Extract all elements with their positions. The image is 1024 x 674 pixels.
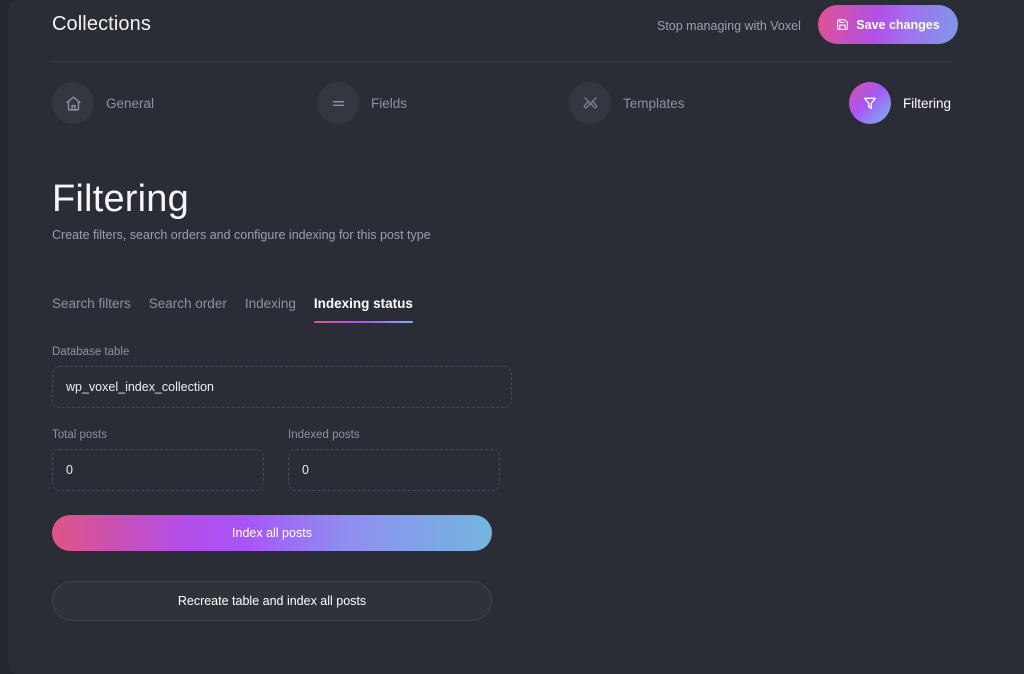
funnel-icon (849, 82, 891, 124)
section-tabs: General Fields Templates Filtering (8, 82, 1024, 124)
sub-tab-indexing[interactable]: Indexing (245, 296, 296, 323)
indexed-posts-label: Indexed posts (288, 429, 360, 441)
database-table-input[interactable] (52, 366, 512, 408)
floppy-disk-icon (836, 18, 849, 31)
save-changes-label: Save changes (856, 17, 940, 32)
page-heading: Filtering Create filters, search orders … (52, 175, 431, 242)
indexed-posts-field-group: Indexed posts (288, 429, 500, 491)
save-changes-button[interactable]: Save changes (818, 5, 958, 44)
equals-icon (317, 82, 359, 124)
page-subtitle: Create filters, search orders and config… (52, 228, 431, 242)
total-posts-label: Total posts (52, 429, 107, 441)
total-posts-input[interactable] (52, 449, 264, 491)
recreate-table-button[interactable]: Recreate table and index all posts (52, 581, 492, 621)
section-tab-fields[interactable]: Fields (317, 82, 407, 124)
sub-tab-indexing-status[interactable]: Indexing status (313, 296, 413, 323)
stop-managing-link[interactable]: Stop managing with Voxel (657, 19, 801, 33)
sub-tab-search-order[interactable]: Search order (149, 296, 227, 323)
page-title-collections: Collections (52, 13, 151, 35)
top-bar: Collections Stop managing with Voxel Sav… (8, 0, 1024, 62)
sub-tabs: Search filters Search order Indexing Ind… (52, 296, 413, 323)
section-tab-general[interactable]: General (52, 82, 154, 124)
topbar-divider (52, 61, 952, 62)
section-tab-filtering[interactable]: Filtering (849, 82, 951, 124)
section-tab-templates[interactable]: Templates (569, 82, 685, 124)
indexing-status-form: Database table Total posts Indexed posts… (52, 346, 512, 621)
sub-tab-search-filters[interactable]: Search filters (52, 296, 131, 323)
index-all-posts-button[interactable]: Index all posts (52, 515, 492, 551)
posts-counts-row: Total posts Indexed posts (52, 429, 512, 491)
section-tab-filtering-label: Filtering (903, 95, 952, 111)
section-tab-general-label: General (106, 95, 155, 111)
section-tab-fields-label: Fields (371, 95, 408, 111)
section-tab-templates-label: Templates (623, 95, 685, 111)
database-table-field-group: Database table (52, 346, 512, 408)
total-posts-field-group: Total posts (52, 429, 264, 491)
database-table-label: Database table (52, 346, 130, 358)
indexed-posts-input[interactable] (288, 449, 500, 491)
app-window: Collections Stop managing with Voxel Sav… (0, 0, 1024, 674)
page-title: Filtering (52, 178, 189, 220)
design-tools-icon (569, 82, 611, 124)
home-icon (52, 82, 94, 124)
settings-panel: Collections Stop managing with Voxel Sav… (8, 0, 1024, 674)
